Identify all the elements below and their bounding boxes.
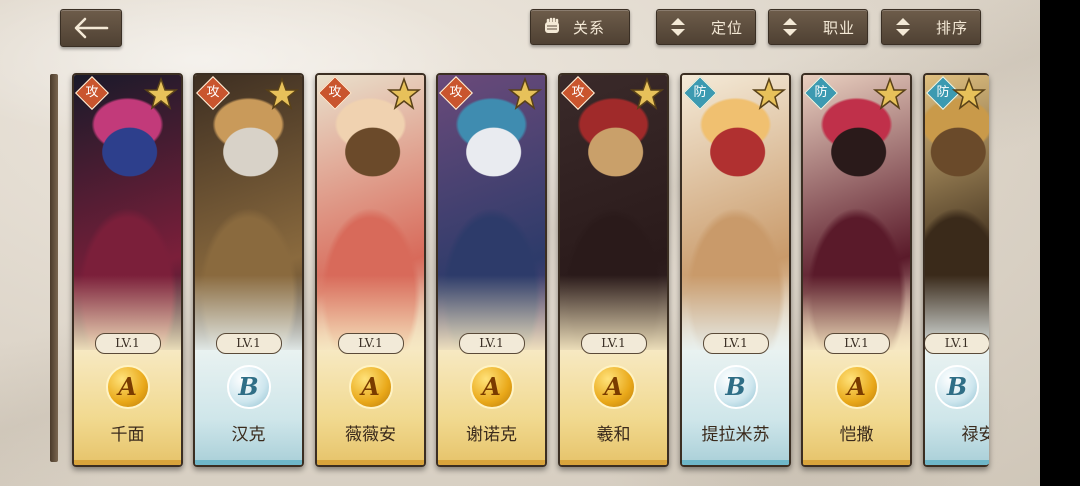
position-label: 定位 [711,19,744,37]
arrow-left-icon [74,17,109,39]
class-filter-button[interactable]: 职业 [768,9,868,45]
hero-name: 薇薇安 [345,425,396,445]
level-label: LV.1 [337,333,404,354]
level-label: LV.1 [94,333,161,354]
hero-card[interactable]: 攻 LV.1 B 汉克 [193,73,304,467]
hero-name: 汉克 [231,425,266,445]
hero-card[interactable]: 攻 LV.1 A 千面 [72,73,183,467]
hero-name: 羲和 [596,425,631,445]
hero-name: 提拉米苏 [701,425,770,445]
card-underline [682,460,789,465]
hero-card[interactable]: 攻 LV.1 A 薇薇安 [315,73,426,467]
grade-badge: A [469,365,514,409]
grade-badge: A [591,365,636,409]
hero-card[interactable]: 防 LV.1 B 提拉米苏 [680,73,791,467]
card-underline [803,460,910,465]
class-label: 职业 [823,19,856,37]
role-label: 防 [693,85,707,100]
role-label: 攻 [328,85,342,100]
hero-card[interactable]: 攻 LV.1 A 羲和 [558,73,669,467]
card-underline [438,460,545,465]
role-label: 防 [814,85,828,100]
grade-badge: B [713,365,758,409]
hero-name: 谢诺克 [466,425,517,445]
sort-arrows-icon [783,18,797,36]
star-icon [629,76,665,111]
role-label: 攻 [85,85,99,100]
sort-arrows-icon [671,18,685,36]
grade-badge: B [935,365,979,409]
grade-badge: A [834,365,879,409]
level-label: LV.1 [215,333,282,354]
level-label: LV.1 [580,333,647,354]
card-underline [317,460,424,465]
hero-name: 恺撒 [839,425,874,445]
role-label: 攻 [206,85,220,100]
sort-label: 排序 [936,19,969,37]
card-underline [74,460,181,465]
level-label: LV.1 [925,333,989,354]
grade-badge: B [226,365,271,409]
grade-badge: A [105,365,150,409]
role-label: 攻 [449,85,463,100]
star-icon [751,76,787,111]
star-icon [386,76,422,111]
screen-edge [1040,0,1080,486]
hero-name: 千面 [110,425,145,445]
level-label: LV.1 [823,333,890,354]
sort-button[interactable]: 排序 [881,9,981,45]
fist-icon [545,17,559,33]
position-filter-button[interactable]: 定位 [656,9,756,45]
card-underline [560,460,667,465]
back-button[interactable] [60,9,122,47]
star-icon [872,76,908,111]
relation-label: 关系 [573,19,606,37]
sort-arrows-icon [896,18,910,36]
star-icon [951,76,987,111]
hero-card[interactable]: 防 LV.1 A 恺撒 [801,73,912,467]
role-label: 攻 [571,85,585,100]
hero-card[interactable]: 防LV.1B禄安 [923,73,989,467]
relation-button[interactable]: 关系 [530,9,630,45]
card-underline [195,460,302,465]
level-label: LV.1 [702,333,769,354]
star-icon [507,76,543,111]
level-label: LV.1 [458,333,525,354]
hero-card[interactable]: 攻 LV.1 A 谢诺克 [436,73,547,467]
previous-card-edge [50,74,58,462]
card-underline [925,460,989,465]
star-icon [143,76,179,111]
grade-badge: A [348,365,393,409]
hero-name: 禄安 [961,425,990,445]
star-icon [264,76,300,111]
